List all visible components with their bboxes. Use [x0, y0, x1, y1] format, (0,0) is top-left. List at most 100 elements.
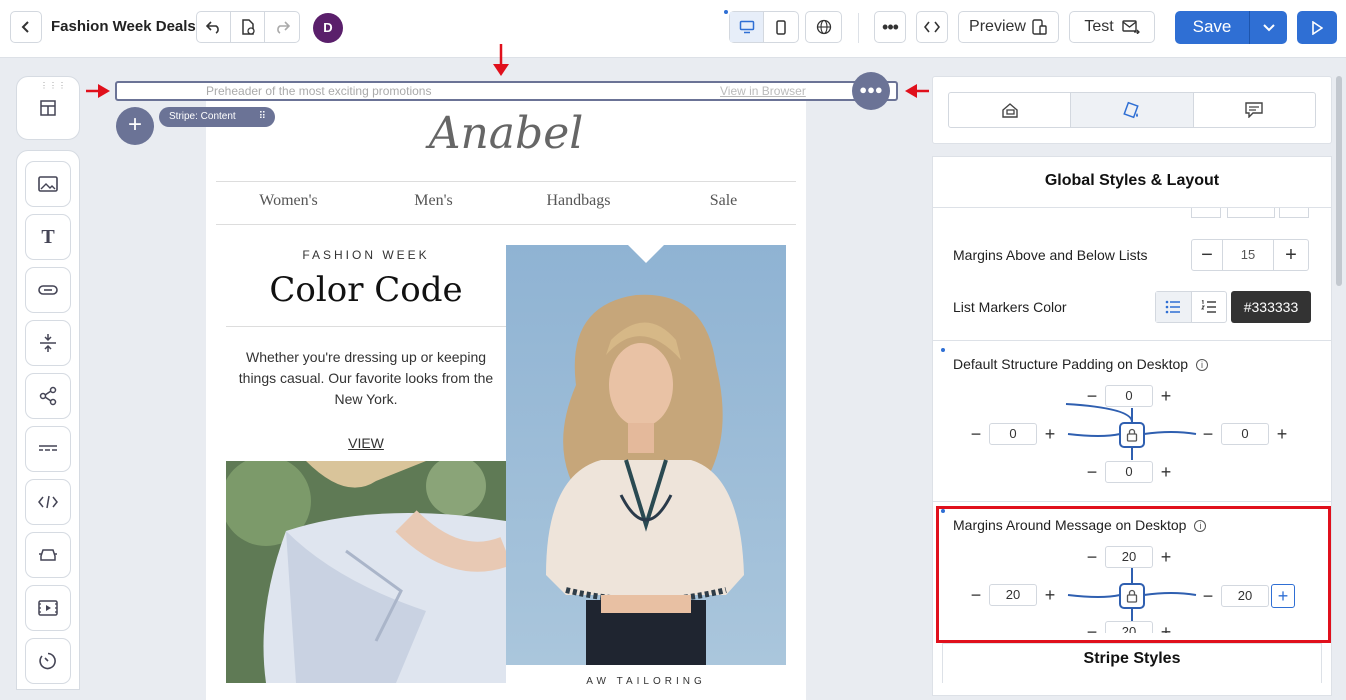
structure-block[interactable]: ⋮⋮⋮: [16, 76, 80, 140]
margin-right-increase[interactable]: +: [1271, 584, 1295, 608]
padding-lock[interactable]: [1119, 422, 1145, 448]
video-block[interactable]: [25, 585, 71, 631]
padding-left-input[interactable]: 0: [989, 423, 1037, 445]
stripe-options-button[interactable]: ●●●: [852, 72, 890, 110]
html-block[interactable]: [25, 479, 71, 525]
video-icon: [38, 600, 58, 616]
eyebrow-text[interactable]: FASHION WEEK: [226, 248, 506, 262]
margin-top-decrease[interactable]: −: [1081, 546, 1103, 568]
nav-womens[interactable]: Women's: [216, 192, 361, 210]
padding-right-input[interactable]: 0: [1221, 423, 1269, 445]
globe-icon: [816, 19, 831, 35]
padding-top-increase[interactable]: +: [1155, 385, 1177, 407]
model-photo: [506, 245, 786, 665]
preview-button[interactable]: Preview: [958, 11, 1059, 43]
text-block[interactable]: T: [25, 214, 71, 260]
padding-label-text: Default Structure Padding on Desktop: [953, 356, 1189, 372]
spacer-block[interactable]: [25, 320, 71, 366]
margin-bottom-increase[interactable]: +: [1155, 621, 1177, 634]
margins-lock[interactable]: [1119, 583, 1145, 609]
tab-general[interactable]: [949, 93, 1072, 127]
margin-right-decrease[interactable]: −: [1197, 585, 1219, 607]
image-block[interactable]: [25, 161, 71, 207]
info-icon[interactable]: i: [1196, 359, 1209, 371]
product-image-shirt[interactable]: [226, 461, 506, 683]
margin-right-input[interactable]: 20: [1221, 585, 1269, 607]
file-history-icon: [241, 19, 255, 35]
preheader-text[interactable]: Preheader of the most exciting promotion…: [206, 84, 431, 98]
save-options-button[interactable]: [1249, 11, 1287, 44]
padding-bottom-increase[interactable]: +: [1155, 461, 1177, 483]
padding-top-decrease[interactable]: −: [1081, 385, 1103, 407]
mobile-view-button[interactable]: [764, 12, 798, 42]
padding-top-input[interactable]: 0: [1105, 385, 1153, 407]
social-block[interactable]: [25, 373, 71, 419]
info-icon[interactable]: i: [1194, 520, 1207, 532]
margin-left-increase[interactable]: +: [1039, 584, 1061, 606]
desktop-view-button[interactable]: [730, 12, 764, 42]
save-button[interactable]: Save: [1175, 11, 1249, 44]
margin-right-stepper: −20 +: [1197, 584, 1295, 608]
chevron-left-icon: [21, 21, 29, 33]
nav-handbags[interactable]: Handbags: [506, 192, 651, 210]
body-text[interactable]: Whether you're dressing up or keeping th…: [238, 347, 494, 410]
padding-bottom-input[interactable]: 0: [1105, 461, 1153, 483]
test-button[interactable]: Test: [1069, 11, 1155, 43]
padding-right-decrease[interactable]: −: [1197, 423, 1219, 445]
padding-bottom-decrease[interactable]: −: [1081, 461, 1103, 483]
menu-icon: [39, 445, 57, 451]
lists-margin-decrease[interactable]: −: [1191, 239, 1223, 271]
margin-bottom-decrease[interactable]: −: [1081, 621, 1103, 634]
margin-top-increase[interactable]: +: [1155, 546, 1177, 568]
back-button[interactable]: [10, 11, 42, 43]
nav-mens[interactable]: Men's: [361, 192, 506, 210]
caption-text[interactable]: AW TAILORING: [506, 676, 786, 687]
email-nav: Women's Men's Handbags Sale: [216, 192, 796, 210]
run-button[interactable]: [1297, 11, 1337, 44]
brand-logo[interactable]: Anabel: [206, 108, 806, 159]
toolbar-divider: [858, 13, 859, 43]
lists-margin-increase[interactable]: +: [1273, 239, 1309, 271]
lists-margin-input[interactable]: 15: [1223, 239, 1273, 271]
menu-block[interactable]: [25, 426, 71, 472]
undo-button[interactable]: [197, 12, 231, 42]
panel-scrollbar[interactable]: [1336, 76, 1342, 286]
list-markers-color-swatch[interactable]: #333333: [1231, 291, 1311, 323]
redo-button[interactable]: [265, 12, 299, 42]
margin-top-input[interactable]: 20: [1105, 546, 1153, 568]
product-image-model[interactable]: [506, 245, 786, 665]
avatar[interactable]: D: [313, 13, 343, 43]
button-block[interactable]: [25, 267, 71, 313]
lock-icon: [1126, 589, 1138, 603]
padding-bottom-stepper: −0 +: [1081, 461, 1177, 483]
tab-comments[interactable]: [1194, 93, 1315, 127]
more-button[interactable]: •••: [874, 11, 906, 43]
version-history-button[interactable]: [231, 12, 265, 42]
margin-bottom-input[interactable]: 20: [1105, 621, 1153, 633]
stripe-styles-title: Stripe Styles: [1083, 650, 1181, 667]
share-icon: [39, 386, 57, 406]
mobile-icon: [776, 19, 786, 35]
numbered-list-button[interactable]: [1192, 292, 1227, 322]
margin-left-input[interactable]: 20: [989, 584, 1037, 606]
nav-sale[interactable]: Sale: [651, 192, 796, 210]
code-button[interactable]: [916, 11, 948, 43]
nav-divider: [216, 224, 796, 225]
view-link[interactable]: VIEW: [226, 435, 506, 451]
text-icon: T: [41, 225, 55, 248]
amp-block[interactable]: [25, 532, 71, 578]
headline[interactable]: Color Code: [226, 270, 506, 310]
padding-left-increase[interactable]: +: [1039, 423, 1061, 445]
view-in-browser-link[interactable]: View in Browser: [720, 84, 806, 98]
bullet-list-button[interactable]: [1156, 292, 1192, 322]
campaign-title: Fashion Week Deals: [51, 18, 196, 35]
padding-right-increase[interactable]: +: [1271, 423, 1293, 445]
autosave-dot: [724, 10, 728, 14]
language-button[interactable]: [805, 11, 842, 43]
padding-left-decrease[interactable]: −: [965, 423, 987, 445]
add-stripe-button[interactable]: +: [116, 107, 154, 145]
timer-block[interactable]: [25, 638, 71, 684]
bullet-list-icon: [1165, 300, 1181, 314]
margin-left-decrease[interactable]: −: [965, 584, 987, 606]
tab-styles[interactable]: [1071, 93, 1194, 127]
